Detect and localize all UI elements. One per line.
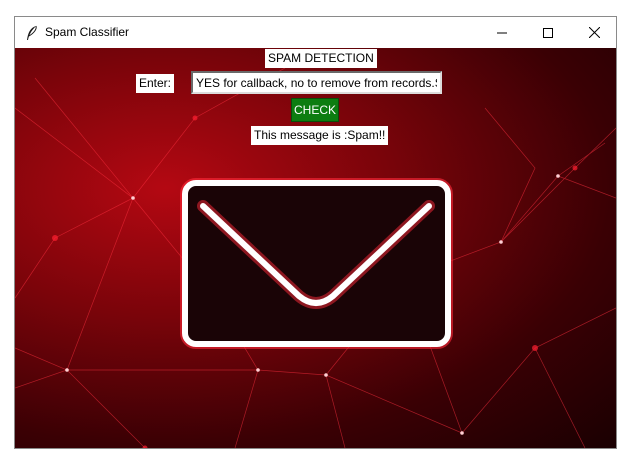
heading-label: SPAM DETECTION xyxy=(265,49,377,68)
maximize-button[interactable] xyxy=(525,17,571,48)
envelope-icon xyxy=(180,178,453,349)
minimize-icon xyxy=(497,32,507,33)
title-bar: Spam Classifier xyxy=(15,17,616,48)
feather-icon xyxy=(25,25,39,41)
close-icon xyxy=(588,27,600,38)
maximize-icon xyxy=(543,27,553,38)
window-title: Spam Classifier xyxy=(45,25,130,39)
close-button[interactable] xyxy=(571,17,616,48)
minimize-button[interactable] xyxy=(479,17,525,48)
message-input[interactable] xyxy=(191,71,442,94)
entry-label: Enter: xyxy=(136,74,175,93)
app-window: Spam Classifier SPAM DETECTION Enter: YE… xyxy=(14,16,617,449)
check-button[interactable]: CHECK xyxy=(291,98,339,122)
result-label: This message is :Spam!! xyxy=(251,126,389,145)
background-canvas: SPAM DETECTION Enter: CHECK This message… xyxy=(15,48,616,448)
